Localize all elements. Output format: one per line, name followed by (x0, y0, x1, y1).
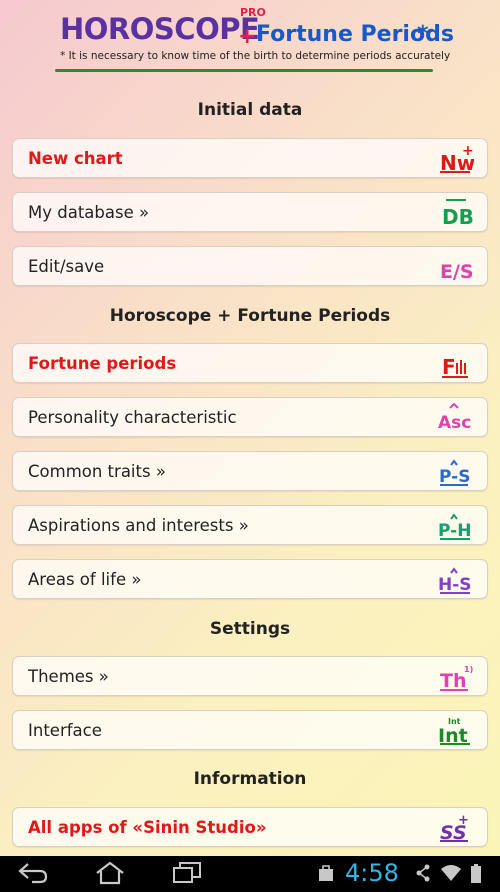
themes-button[interactable]: Themes » Th 1) (12, 656, 488, 696)
my-database-label: My database » (28, 202, 150, 222)
sinin-studio-icon-text: SS (440, 822, 467, 843)
logo-asterisk: * (417, 22, 429, 47)
section-settings: Settings (209, 619, 291, 639)
fortune-periods-icon-text: F (442, 355, 456, 379)
battery-icon (470, 864, 482, 889)
wifi-icon (441, 864, 461, 887)
ascendant-icon-text: Asc (438, 413, 471, 433)
back-icon[interactable] (18, 860, 48, 892)
all-apps-label: All apps of «Sinin Studio» (28, 817, 267, 837)
aspirations-interests-label: Aspirations and interests » (28, 515, 249, 535)
section-information: Information (193, 769, 307, 789)
svg-text:+: + (462, 144, 474, 159)
new-chart-label: New chart (28, 148, 123, 168)
areas-of-life-button[interactable]: Areas of life » H-S (12, 559, 488, 599)
svg-text:1): 1) (464, 665, 473, 674)
logo-title: HOROSCOPE (60, 12, 260, 46)
status-clock: 4:58 (345, 859, 399, 887)
common-traits-icon: P-S (437, 457, 475, 487)
section-horoscope: Horoscope + Fortune Periods (109, 306, 391, 326)
section-initial-data: Initial data (197, 100, 303, 120)
edit-save-label: Edit/save (28, 256, 105, 276)
edit-save-icon: E/S (437, 252, 475, 282)
areas-of-life-label: Areas of life » (28, 569, 142, 589)
my-database-button[interactable]: My database » DB (12, 192, 488, 232)
database-icon: DB (437, 198, 475, 228)
interface-button[interactable]: Interface Int Int (12, 710, 488, 750)
app-logo: HOROSCOPE PRO + Fortune Periods * (60, 6, 490, 49)
sinin-studio-icon: + SS (437, 813, 475, 843)
fortune-periods-icon: F (437, 349, 475, 379)
aspirations-icon: P-H (437, 511, 475, 541)
common-traits-button[interactable]: Common traits » P-S (12, 451, 488, 491)
header-divider (55, 69, 433, 72)
database-icon-text: DB (442, 205, 474, 228)
home-icon[interactable] (94, 860, 126, 892)
personality-characteristic-button[interactable]: Personality characteristic Asc (12, 397, 488, 437)
share-icon (415, 864, 431, 887)
birth-time-note: * It is necessary to know time of the bi… (60, 50, 451, 62)
common-traits-label: Common traits » (28, 461, 166, 481)
new-chart-icon: Nw + (437, 144, 475, 174)
logo-pro-badge: PRO (240, 6, 266, 19)
areas-of-life-icon: H-S (437, 565, 475, 595)
themes-label: Themes » (28, 666, 109, 686)
system-navigation-bar: 4:58 (0, 856, 500, 892)
all-apps-button[interactable]: All apps of «Sinin Studio» + SS (12, 807, 488, 847)
notification-bag-icon (318, 864, 334, 887)
recent-apps-icon[interactable] (172, 860, 202, 892)
interface-icon-text: Int (438, 725, 468, 746)
edit-save-icon-text: E/S (440, 261, 474, 282)
fortune-periods-label: Fortune periods (28, 353, 177, 373)
themes-icon-text: Th (440, 670, 467, 692)
ascendant-icon: Asc (437, 403, 475, 433)
fortune-periods-button[interactable]: Fortune periods F (12, 343, 488, 383)
interface-icon: Int Int (437, 716, 475, 746)
personality-characteristic-label: Personality characteristic (28, 407, 237, 427)
app-header: HOROSCOPE PRO + Fortune Periods * * It i… (0, 0, 500, 80)
new-chart-button[interactable]: New chart Nw + (12, 138, 488, 178)
themes-icon: Th 1) (437, 662, 475, 692)
edit-save-button[interactable]: Edit/save E/S (12, 246, 488, 286)
interface-label: Interface (28, 720, 102, 740)
aspirations-interests-button[interactable]: Aspirations and interests » P-H (12, 505, 488, 545)
logo-plus: + (238, 24, 257, 49)
